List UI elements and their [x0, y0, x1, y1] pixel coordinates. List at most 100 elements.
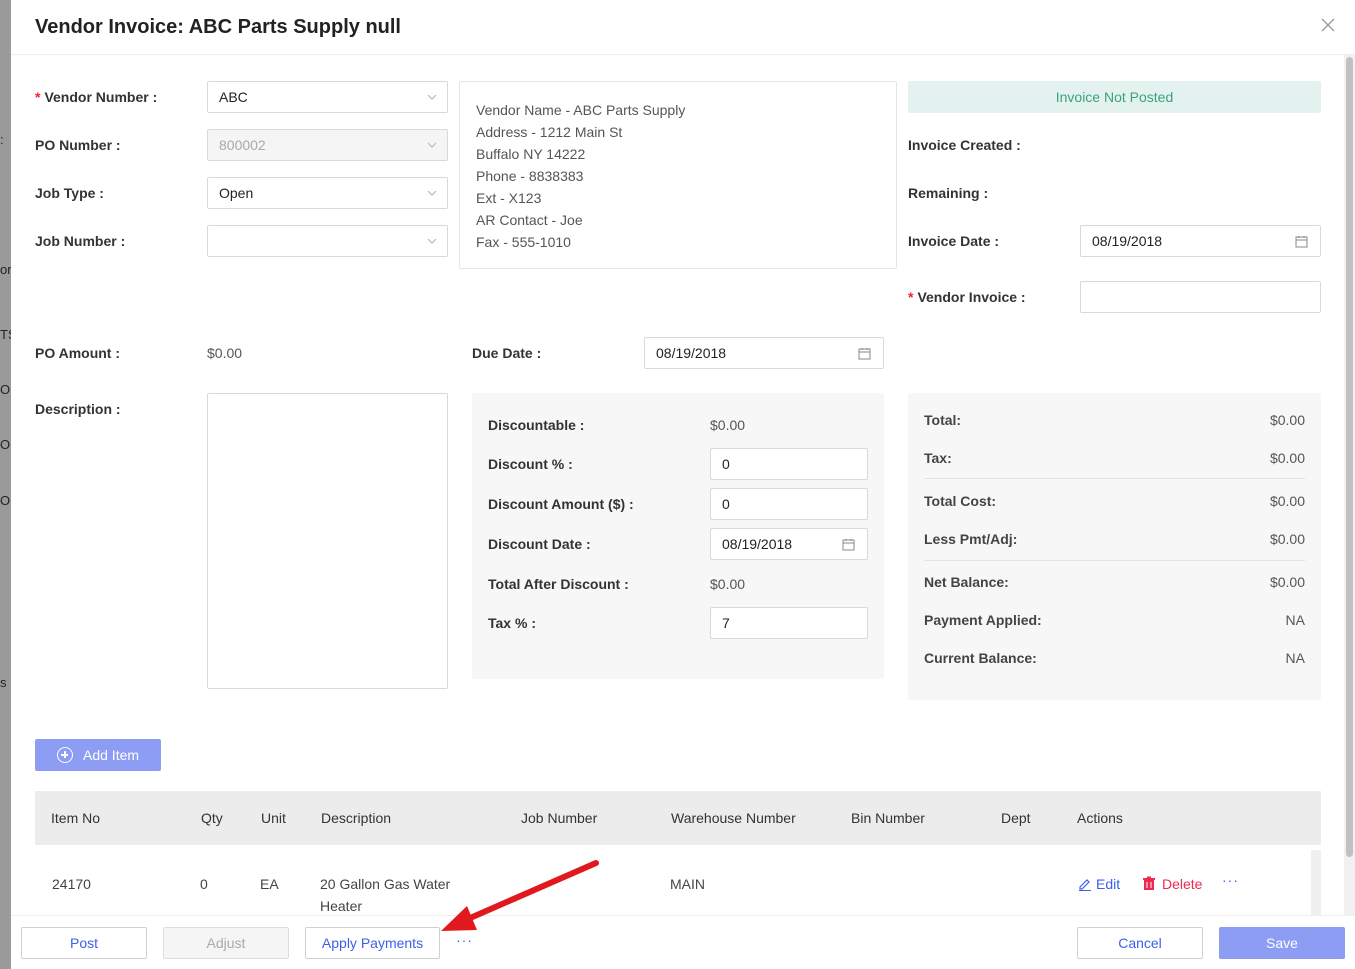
po-number-value: 800002	[219, 137, 266, 153]
job-number-select[interactable]	[207, 225, 448, 257]
status-badge: Invoice Not Posted	[908, 81, 1321, 113]
cell-warehouse: MAIN	[670, 876, 705, 892]
row-more-button[interactable]: ···	[1222, 872, 1239, 888]
summary-value: $0.00	[1269, 574, 1305, 590]
table-row: 24170 0 EA 20 Gallon Gas Water Heater MA…	[35, 857, 1311, 915]
column-header: Actions	[1077, 810, 1123, 826]
summary-value: NA	[1285, 650, 1305, 666]
close-icon[interactable]	[1317, 14, 1339, 36]
description-textarea[interactable]	[207, 393, 448, 689]
cell-unit: EA	[260, 876, 279, 892]
modal-scrollbar[interactable]	[1344, 55, 1355, 915]
edit-button[interactable]: Edit	[1078, 876, 1120, 892]
bg-fragment: O	[0, 382, 11, 397]
cancel-button[interactable]: Cancel	[1077, 927, 1203, 959]
bg-fragment: or	[0, 262, 12, 277]
discount-amount-label: Discount Amount ($) :	[488, 496, 634, 512]
discountable-label: Discountable :	[488, 417, 585, 433]
summary-divider	[924, 478, 1305, 479]
summary-label: Net Balance:	[924, 574, 1009, 590]
summary-label: Payment Applied:	[924, 612, 1042, 628]
column-header: Bin Number	[851, 810, 925, 826]
column-header: Description	[321, 810, 392, 826]
calendar-icon	[842, 539, 855, 551]
add-item-button[interactable]: Add Item	[35, 739, 161, 771]
add-item-label: Add Item	[83, 747, 140, 763]
tax-pct-label: Tax % :	[488, 615, 536, 631]
modal-title: Vendor Invoice: ABC Parts Supply null	[35, 16, 401, 38]
modal-footer: Post Adjust Apply Payments ··· Cancel Sa…	[11, 915, 1355, 969]
cell-item-no: 24170	[52, 876, 91, 892]
bg-fragment: :	[0, 132, 4, 147]
job-type-label: Job Type :	[35, 185, 104, 201]
post-button[interactable]: Post	[21, 927, 147, 959]
cell-qty: 0	[200, 876, 208, 892]
discount-amount-input[interactable]: 0	[710, 488, 868, 520]
chevron-down-icon	[427, 190, 437, 196]
apply-payments-button[interactable]: Apply Payments	[305, 927, 440, 959]
delete-label: Delete	[1162, 876, 1203, 892]
background-app-strip: : or TS O O OR s	[0, 0, 20, 969]
summary-label: Total Cost:	[924, 493, 997, 509]
vendor-info-line: Buffalo NY 14222	[476, 146, 586, 162]
chevron-down-icon	[427, 94, 437, 100]
column-header: Unit	[261, 810, 286, 826]
due-date-picker[interactable]: 08/19/2018	[644, 337, 884, 369]
total-after-discount-label: Total After Discount :	[488, 576, 629, 592]
discount-date-label: Discount Date :	[488, 536, 591, 552]
column-header: Warehouse Number	[671, 810, 796, 826]
edit-icon	[1079, 879, 1091, 891]
discount-pct-label: Discount % :	[488, 456, 573, 472]
trash-icon	[1143, 876, 1155, 890]
vendor-info-line: Fax - 555-1010	[476, 234, 571, 250]
summary-label: Tax:	[924, 450, 952, 466]
job-number-label: Job Number :	[35, 233, 126, 249]
scrollbar-thumb[interactable]	[1346, 57, 1353, 857]
summary-label: Total:	[924, 412, 962, 428]
discount-date-value: 08/19/2018	[722, 536, 793, 552]
total-after-discount-value: $0.00	[710, 576, 746, 592]
vendor-info-line: Phone - 8838383	[476, 168, 584, 184]
chevron-down-icon	[427, 238, 437, 244]
discount-pct-input[interactable]: 0	[710, 448, 868, 480]
vendor-invoice-modal: Vendor Invoice: ABC Parts Supply null * V…	[11, 0, 1355, 969]
vendor-info-line: Vendor Name - ABC Parts Supply	[476, 102, 686, 118]
job-type-select[interactable]: Open	[207, 177, 448, 209]
remaining-label: Remaining :	[908, 185, 989, 201]
summary-value: $0.00	[1269, 450, 1305, 466]
calendar-icon	[1295, 236, 1308, 248]
save-button[interactable]: Save	[1219, 927, 1345, 959]
po-number-select: 800002	[207, 129, 448, 161]
vendor-info-line: Address - 1212 Main St	[476, 124, 623, 140]
vendor-invoice-input[interactable]	[1080, 281, 1321, 313]
column-header: Qty	[201, 810, 223, 826]
column-header: Job Number	[521, 810, 598, 826]
summary-label: Less Pmt/Adj:	[924, 531, 1018, 547]
due-date-label: Due Date :	[472, 345, 542, 361]
invoice-date-picker[interactable]: 08/19/2018	[1080, 225, 1321, 257]
summary-value: $0.00	[1269, 493, 1305, 509]
delete-button[interactable]: Delete	[1142, 876, 1202, 892]
footer-more-button[interactable]: ···	[456, 932, 473, 948]
summary-value: $0.00	[1269, 531, 1305, 547]
tax-pct-input[interactable]: 7	[710, 607, 868, 639]
chevron-down-icon	[427, 142, 437, 148]
discount-date-picker[interactable]: 08/19/2018	[710, 528, 868, 560]
column-header: Dept	[1001, 810, 1031, 826]
invoice-date-label: Invoice Date :	[908, 233, 1000, 249]
vendor-number-value: ABC	[219, 89, 248, 105]
po-number-label: PO Number :	[35, 137, 121, 153]
invoice-created-label: Invoice Created :	[908, 137, 1021, 153]
discountable-value: $0.00	[710, 417, 746, 433]
invoice-date-value: 08/19/2018	[1092, 233, 1163, 249]
description-label: Description :	[35, 401, 121, 417]
table-scrollbar[interactable]	[1311, 850, 1321, 915]
adjust-button: Adjust	[163, 927, 289, 959]
calendar-icon	[858, 348, 871, 360]
vendor-number-select[interactable]: ABC	[207, 81, 448, 113]
job-type-value: Open	[219, 185, 254, 201]
items-table-header: Item No Qty Unit Description Job Number …	[35, 791, 1321, 845]
cell-description: Heater	[320, 898, 363, 914]
summary-label: Current Balance:	[924, 650, 1037, 666]
plus-circle-icon	[57, 747, 73, 763]
